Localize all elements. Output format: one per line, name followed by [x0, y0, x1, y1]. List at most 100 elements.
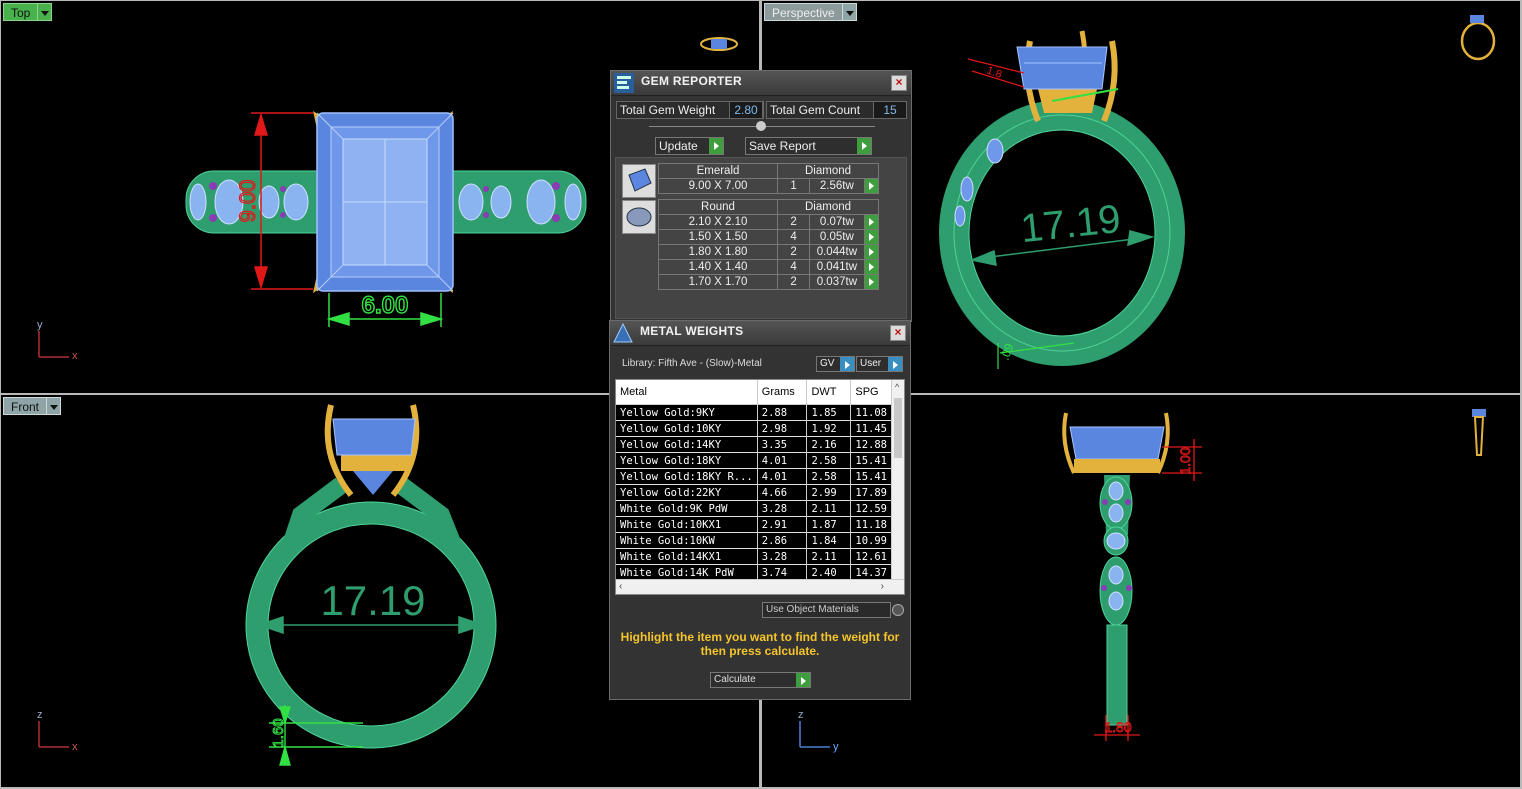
close-icon[interactable]: × — [890, 325, 906, 341]
table-row[interactable]: Yellow Gold:9KY 2.88 1.85 11.08 — [616, 404, 892, 421]
table-row[interactable]: Yellow Gold:10KY 2.98 1.92 11.45 — [616, 420, 892, 437]
gem-size: 1.40 X 1.40 — [658, 259, 778, 275]
gem-row[interactable]: 1.80 X 1.80 2 0.044tw — [658, 244, 880, 260]
gem-size: 1.50 X 1.50 — [658, 229, 778, 245]
table-row[interactable]: White Gold:10KW 2.86 1.84 10.99 — [616, 532, 892, 549]
select-gem-button[interactable] — [863, 259, 880, 275]
top-axis-v: y — [37, 319, 43, 331]
metal-name: White Gold:10KX1 — [616, 516, 758, 533]
right-axis-v: z — [798, 709, 804, 721]
gem-list: Emerald Diamond 9.00 X 7.00 1 2.56tw Rou… — [615, 157, 907, 319]
select-gem-button[interactable] — [863, 244, 880, 260]
metal-dwt: 2.11 — [806, 548, 852, 565]
right-view-ring-icon — [1472, 409, 1486, 456]
chevron-right-icon[interactable]: › — [881, 581, 884, 592]
gem-qty: 2 — [776, 244, 811, 260]
chevron-down-icon[interactable] — [46, 397, 62, 415]
metal-table[interactable]: Metal Grams DWT SPG Yellow Gold:9KY 2.88 1… — [615, 379, 905, 595]
top-dim-height: 9.00 — [235, 180, 260, 223]
right-dim-band-bottom: 1.80 — [1104, 719, 1131, 735]
gem-row[interactable]: 1.70 X 1.70 2 0.037tw — [658, 274, 880, 290]
viewport-front-menu[interactable]: Front — [3, 397, 62, 415]
select-gem-button[interactable] — [863, 178, 880, 194]
metal-spg: 10.99 — [850, 532, 892, 549]
table-row[interactable]: Yellow Gold:14KY 3.35 2.16 12.88 — [616, 436, 892, 453]
user-toggle[interactable]: User — [856, 356, 903, 372]
gem-row[interactable]: 1.40 X 1.40 4 0.041tw — [658, 259, 880, 275]
gem-reporter-icon — [614, 73, 634, 93]
metal-dwt: 2.16 — [806, 436, 852, 453]
select-gem-button[interactable] — [863, 229, 880, 245]
top-view-ring-icon — [700, 37, 738, 51]
calculate-button[interactable]: Calculate — [710, 672, 811, 688]
gem-row[interactable]: 1.50 X 1.50 4 0.05tw — [658, 229, 880, 245]
play-icon — [796, 673, 810, 687]
close-icon[interactable]: × — [891, 75, 907, 91]
radio-icon[interactable] — [892, 604, 904, 616]
gem-shape: Emerald — [658, 163, 778, 179]
chevron-down-icon[interactable] — [841, 3, 857, 21]
gem-group-emerald: Emerald Diamond 9.00 X 7.00 1 2.56tw — [658, 163, 880, 194]
gem-size: 9.00 X 7.00 — [658, 178, 778, 194]
metal-name: White Gold:9K PdW — [616, 500, 758, 517]
column-header[interactable]: SPG — [850, 380, 892, 405]
column-header[interactable]: DWT — [806, 380, 852, 405]
metal-name: Yellow Gold:22KY — [616, 484, 758, 501]
viewport-top-menu[interactable]: Top — [3, 3, 53, 21]
metal-table-header: Metal Grams DWT SPG — [616, 380, 892, 405]
metal-grams: 3.28 — [757, 500, 808, 517]
metal-grams: 2.98 — [757, 420, 808, 437]
gem-reporter-header[interactable]: GEM REPORTER × — [611, 71, 911, 96]
gv-toggle[interactable]: GV — [816, 356, 855, 372]
chevron-down-icon[interactable] — [37, 3, 53, 21]
scrollbar-thumb[interactable] — [894, 398, 902, 458]
library-label: Library: Fifth Ave - (Slow)-Metal — [622, 358, 762, 369]
viewport-perspective-menu[interactable]: Perspective — [764, 3, 857, 21]
table-row[interactable]: Yellow Gold:22KY 4.66 2.99 17.89 — [616, 484, 892, 501]
save-report-button[interactable]: Save Report — [745, 137, 872, 155]
table-row[interactable]: White Gold:9K PdW 3.28 2.11 12.59 — [616, 500, 892, 517]
metal-weights-header[interactable]: METAL WEIGHTS × — [610, 321, 910, 346]
gv-label: GV — [820, 358, 835, 369]
gem-reporter-panel[interactable]: GEM REPORTER × Total Gem Weight 2.80 Tot… — [610, 70, 912, 322]
metal-weights-panel[interactable]: METAL WEIGHTS × Library: Fifth Ave - (Sl… — [609, 320, 911, 700]
metal-dwt: 1.84 — [806, 532, 852, 549]
viewport-front-label: Front — [3, 397, 47, 415]
use-object-materials-toggle[interactable]: Use Object Materials — [762, 602, 904, 618]
select-gem-button[interactable] — [863, 274, 880, 290]
gem-row[interactable]: 9.00 X 7.00 1 2.56tw — [658, 178, 880, 194]
table-row[interactable]: White Gold:10KX1 2.91 1.87 11.18 — [616, 516, 892, 533]
select-gem-button[interactable] — [863, 214, 880, 230]
front-dim-diameter: 17.19 — [320, 577, 425, 624]
column-header[interactable]: Metal — [616, 380, 758, 405]
calculate-hint: Highlight the item you want to find the … — [620, 630, 900, 658]
table-row[interactable]: White Gold:14KX1 3.28 2.11 12.61 — [616, 548, 892, 565]
chevron-left-icon[interactable]: ‹ — [619, 581, 622, 592]
update-button[interactable]: Update — [655, 137, 724, 155]
gem-qty: 2 — [776, 214, 811, 230]
metal-name: White Gold:14KX1 — [616, 548, 758, 565]
metal-weights-title: METAL WEIGHTS — [640, 324, 744, 338]
gem-weight: 0.044tw — [809, 244, 865, 260]
toggle-icon — [840, 357, 854, 371]
gem-size: 2.10 X 2.10 — [658, 214, 778, 230]
metal-name: Yellow Gold:9KY — [616, 404, 758, 421]
gem-weight: 2.56tw — [809, 178, 865, 194]
metal-dwt: 2.58 — [806, 452, 852, 469]
horizontal-scrollbar[interactable]: ‹ › — [616, 579, 904, 594]
metal-name: Yellow Gold:18KY R... — [616, 468, 758, 485]
vertical-scrollbar[interactable]: ^ — [891, 380, 904, 580]
metal-spg: 11.08 — [850, 404, 892, 421]
chevron-up-icon[interactable]: ^ — [895, 382, 899, 392]
right-dim-band-top: 1.00 — [1177, 447, 1193, 474]
table-row[interactable]: Yellow Gold:18KY 4.01 2.58 15.41 — [616, 452, 892, 469]
gem-size: 1.70 X 1.70 — [658, 274, 778, 290]
toggle-icon — [888, 357, 902, 371]
table-row[interactable]: Yellow Gold:18KY R... 4.01 2.58 15.41 — [616, 468, 892, 485]
collapse-handle-icon[interactable] — [756, 121, 766, 131]
metal-grams: 4.66 — [757, 484, 808, 501]
metal-grams: 4.01 — [757, 468, 808, 485]
gem-row[interactable]: 2.10 X 2.10 2 0.07tw — [658, 214, 880, 230]
metal-name: Yellow Gold:18KY — [616, 452, 758, 469]
column-header[interactable]: Grams — [757, 380, 808, 405]
